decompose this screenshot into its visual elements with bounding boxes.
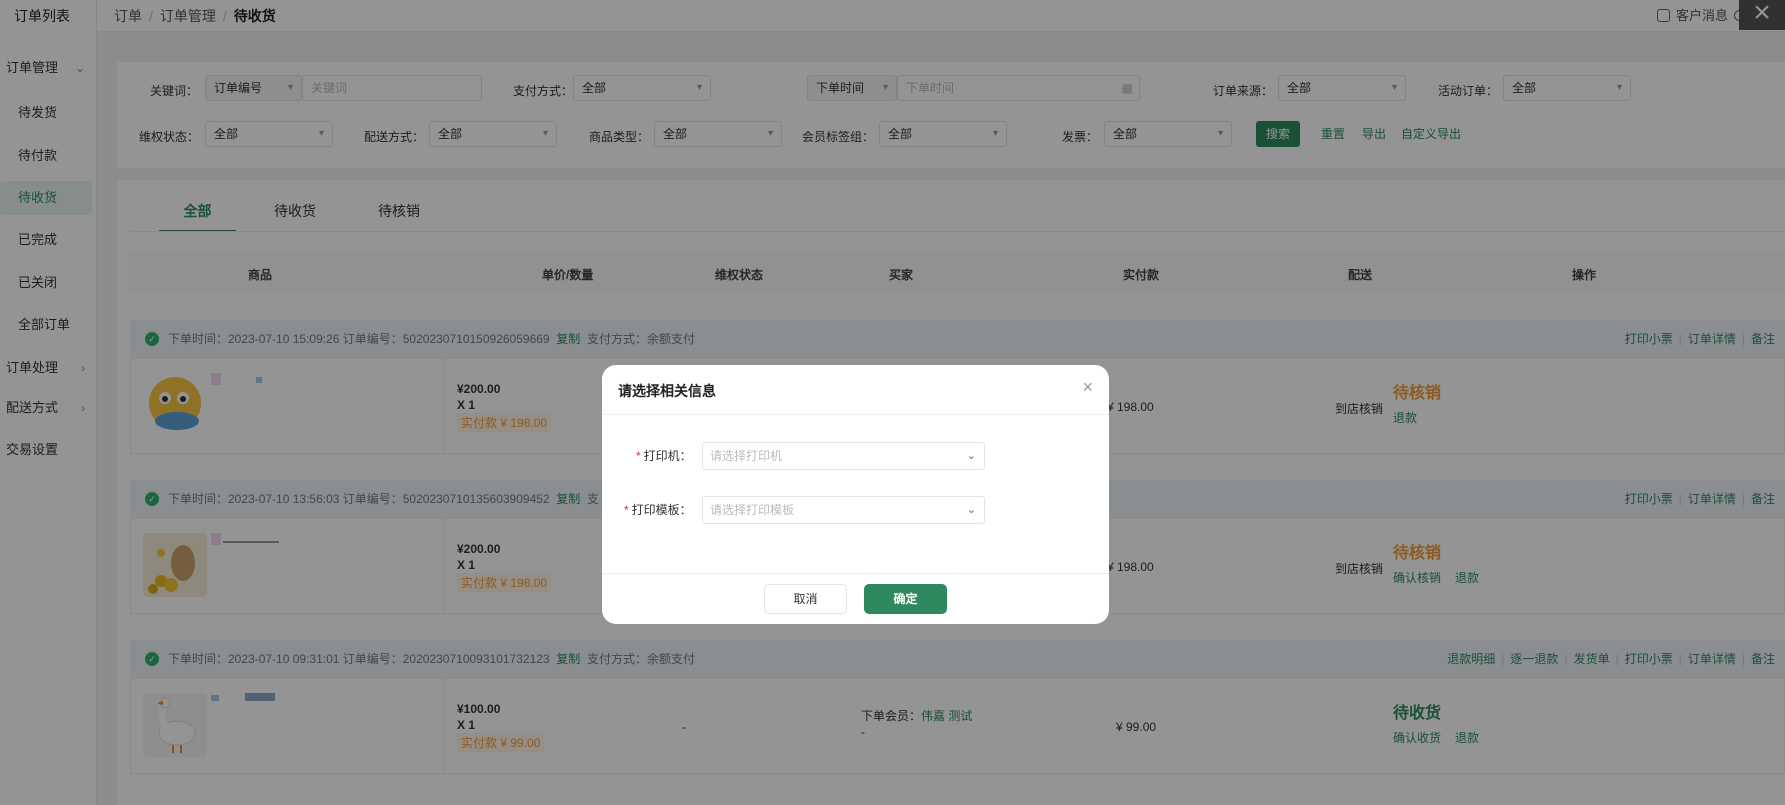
cancel-button[interactable]: 取消 [764,584,847,614]
dialog-footer-divider [602,573,1109,574]
template-placeholder: 请选择打印模板 [710,503,795,517]
printer-label-text: 打印机： [643,449,692,463]
chevron-down-icon: ⌄ [966,504,976,516]
select-print-info-dialog: 请选择相关信息 × * 打印机： 请选择打印机 ⌄ * 打印模板： 请选择打印模板 ⌄ … [602,365,1109,624]
print-template-select[interactable]: 请选择打印模板 ⌄ [702,496,985,524]
dialog-divider [602,414,1109,415]
printer-placeholder: 请选择打印机 [710,449,783,463]
close-icon[interactable]: × [1082,377,1093,398]
required-mark: * [624,503,629,517]
template-label-text: 打印模板： [631,503,692,517]
chevron-down-icon: ⌄ [966,450,976,462]
required-mark: * [636,449,641,463]
template-label: * 打印模板： [624,501,692,518]
printer-label: * 打印机： [636,447,692,464]
printer-select[interactable]: 请选择打印机 ⌄ [702,442,985,470]
confirm-button[interactable]: 确定 [864,584,947,614]
dialog-title: 请选择相关信息 [618,383,716,399]
